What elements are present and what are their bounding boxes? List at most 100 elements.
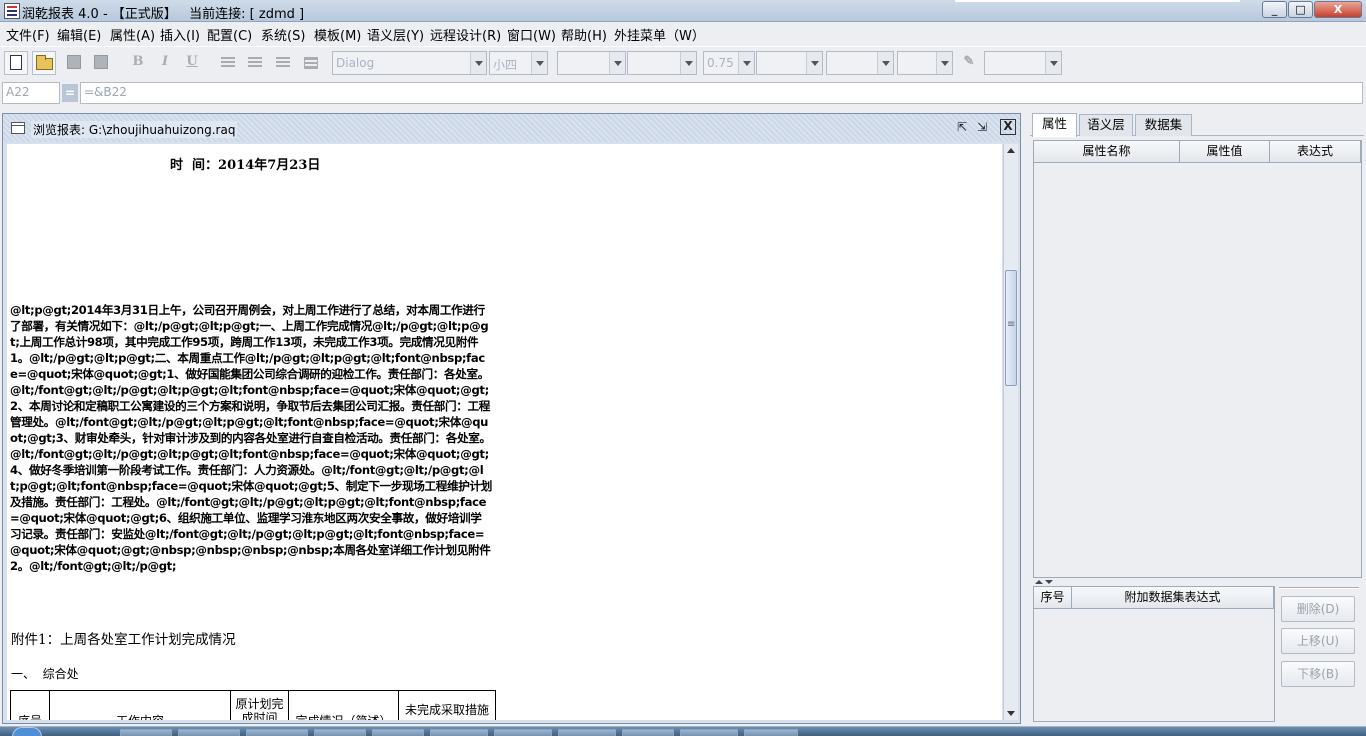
taskbar-item[interactable] (314, 729, 366, 736)
column-header[interactable]: 附加数据集表达式 (1072, 587, 1274, 609)
taskbar-item[interactable] (622, 729, 674, 736)
align-center-icon (248, 57, 262, 69)
border-style-select[interactable] (756, 51, 823, 75)
dataset-expression-table[interactable]: 序号 附加数据集表达式 (1033, 586, 1275, 722)
column-header[interactable]: 表达式 (1270, 141, 1361, 163)
section-title: 一、 综合处 (11, 667, 79, 681)
table-header-cell: 未完成采取措施 (398, 690, 496, 720)
close-button[interactable]: X (1314, 1, 1362, 18)
frame-title: 浏览报表: G:\zhoujihuahuizong.raq (31, 121, 238, 138)
chevron-down-icon[interactable] (609, 52, 625, 74)
title-bar-highlight (955, 0, 1240, 2)
align-right-button[interactable] (271, 51, 295, 75)
open-button[interactable] (32, 51, 56, 75)
table-header-cell: 工作内容 (49, 690, 231, 720)
taskbar-item[interactable] (744, 729, 798, 736)
menu-insert[interactable]: 插入(I) (160, 25, 200, 44)
menu-template[interactable]: 模板(M) (314, 25, 361, 44)
taskbar-item[interactable] (494, 729, 552, 736)
merge-cells-button[interactable] (299, 51, 323, 75)
maximize-button[interactable]: □ (1288, 1, 1313, 18)
expand-down-icon[interactable] (1045, 580, 1053, 584)
column-header[interactable]: 序号 (1034, 587, 1072, 609)
taskbar-item[interactable] (246, 729, 308, 736)
report-body-text: @lt;p@gt;2014年3月31日上午，公司召开周例会，对上周工作进行了总结… (10, 303, 492, 573)
cell-name-field[interactable]: A22 (2, 82, 60, 104)
menu-config[interactable]: 配置(C) (207, 25, 252, 44)
taskbar-item[interactable] (430, 729, 488, 736)
start-button[interactable] (12, 727, 42, 736)
minimize-button[interactable]: _ (1262, 1, 1287, 18)
menu-plugins[interactable]: 外挂菜单（W） (614, 25, 705, 44)
fore-color-select[interactable] (557, 51, 626, 75)
chevron-down-icon[interactable] (877, 52, 893, 74)
chevron-down-icon[interactable] (470, 52, 486, 74)
tab-semantic-layer[interactable]: 语义层 (1079, 114, 1133, 136)
bold-icon: B (132, 54, 144, 69)
folder-icon (36, 55, 53, 70)
scroll-down-icon[interactable] (1004, 706, 1018, 720)
font-name-select[interactable]: Dialog (332, 51, 487, 75)
chevron-down-icon[interactable] (531, 52, 547, 74)
menu-properties[interactable]: 属性(A) (110, 25, 155, 44)
font-size-value: 小四 (493, 58, 518, 72)
align-left-icon (221, 57, 235, 69)
menu-window[interactable]: 窗口(W) (507, 25, 556, 44)
border-width-select[interactable]: 0.75 (703, 51, 755, 75)
report-icon (11, 122, 25, 134)
menu-edit[interactable]: 编辑(E) (57, 25, 101, 44)
chevron-down-icon[interactable] (738, 52, 754, 74)
menu-file[interactable]: 文件(F) (6, 25, 50, 44)
menu-semantic-layer[interactable]: 语义层(Y) (367, 25, 424, 44)
scroll-up-icon[interactable] (1004, 144, 1018, 158)
font-size-select[interactable]: 小四 (489, 51, 548, 75)
format-painter-button[interactable]: ✎ (957, 51, 981, 75)
bold-button[interactable]: B (126, 51, 150, 75)
expression-field[interactable]: =&B22 (80, 82, 1363, 104)
app-icon (4, 3, 20, 19)
new-button[interactable] (4, 51, 28, 75)
align-left-button[interactable] (216, 51, 240, 75)
font-name-value: Dialog (336, 56, 375, 70)
property-table[interactable]: 属性名称 属性值 表达式 (1033, 140, 1362, 578)
tab-properties[interactable]: 属性 (1032, 113, 1077, 137)
chevron-down-icon[interactable] (1045, 52, 1061, 74)
menu-system[interactable]: 系统(S) (261, 25, 305, 44)
move-down-button[interactable]: 下移(B) (1281, 661, 1355, 687)
italic-button[interactable]: I (153, 51, 177, 75)
taskbar-item[interactable] (120, 729, 172, 736)
delete-button[interactable]: 删除(D) (1281, 596, 1355, 622)
save-all-button[interactable] (89, 51, 113, 75)
equals-icon[interactable]: = (62, 84, 78, 102)
border-type-select[interactable] (897, 51, 953, 75)
back-color-select[interactable] (627, 51, 697, 75)
restore-frame-button[interactable]: ⇱ (954, 119, 970, 135)
taskbar-item[interactable] (372, 729, 424, 736)
tab-datasets[interactable]: 数据集 (1135, 114, 1192, 136)
close-frame-button[interactable]: X (1000, 119, 1016, 135)
border-color-select[interactable] (826, 51, 894, 75)
scroll-thumb[interactable] (1005, 270, 1017, 386)
chevron-down-icon[interactable] (806, 52, 822, 74)
menu-help[interactable]: 帮助(H) (561, 25, 607, 44)
save-button[interactable] (62, 51, 86, 75)
zoom-select[interactable] (984, 51, 1062, 75)
chevron-down-icon[interactable] (680, 52, 696, 74)
underline-icon: U (186, 54, 198, 69)
formula-bar: A22 = =&B22 (0, 80, 1366, 106)
column-header[interactable]: 属性值 (1180, 141, 1270, 163)
taskbar-item[interactable] (178, 729, 240, 736)
align-center-button[interactable] (243, 51, 267, 75)
menu-remote-design[interactable]: 远程设计(R) (430, 25, 501, 44)
report-time: 时 间：2014年7月23日 (170, 158, 321, 173)
chevron-down-icon[interactable] (936, 52, 952, 74)
move-up-button[interactable]: 上移(U) (1281, 628, 1355, 654)
expand-up-icon[interactable] (1035, 580, 1043, 584)
taskbar-item[interactable] (558, 729, 616, 736)
underline-button[interactable]: U (180, 51, 204, 75)
column-header[interactable]: 属性名称 (1034, 141, 1180, 163)
maximize-frame-button[interactable]: ⇲ (974, 119, 990, 135)
report-sheet[interactable]: 时 间：2014年7月23日 @lt;p@gt;2014年3月31日上午，公司召… (7, 144, 1002, 720)
taskbar-item[interactable] (680, 729, 738, 736)
vertical-scrollbar[interactable] (1003, 144, 1018, 720)
